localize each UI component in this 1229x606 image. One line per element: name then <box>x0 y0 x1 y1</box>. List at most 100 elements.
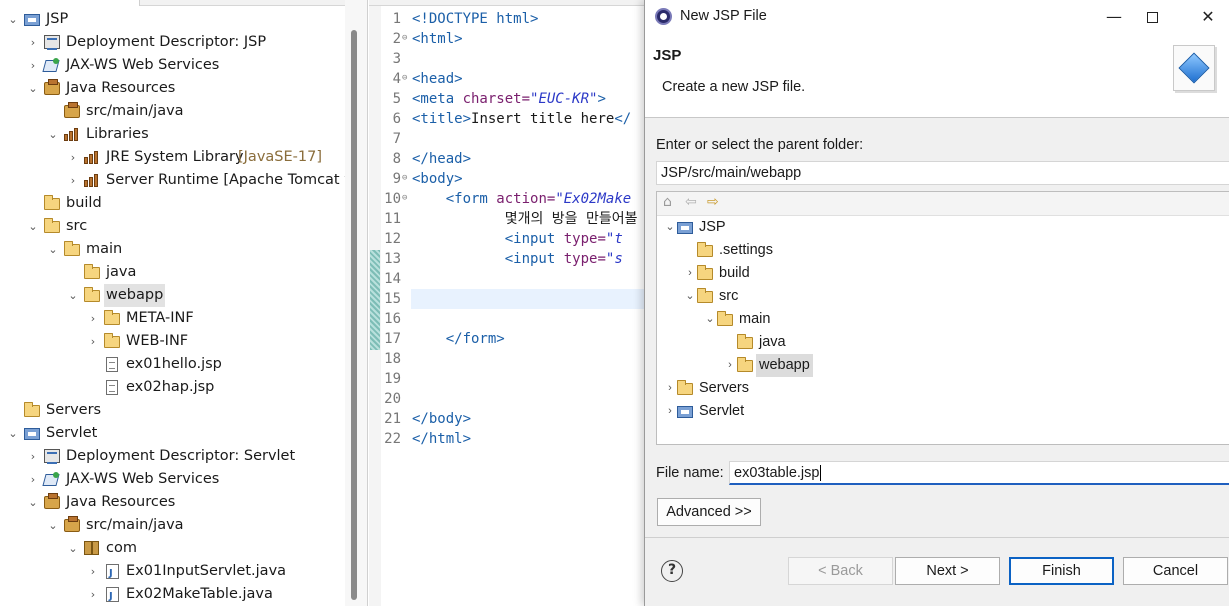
collapse-chevron-icon[interactable]: ⌄ <box>6 8 20 31</box>
collapse-chevron-icon[interactable]: ⌄ <box>663 216 677 239</box>
jsp-file-icon <box>104 380 121 395</box>
code-token: <body> <box>412 171 463 187</box>
back-button[interactable]: < Back <box>788 557 893 585</box>
collapse-chevron-icon[interactable]: ⌄ <box>26 215 40 238</box>
advanced-button[interactable]: Advanced >> <box>657 498 761 526</box>
expand-chevron-icon[interactable]: › <box>26 31 40 54</box>
folder-icon <box>104 310 121 326</box>
java-resources-icon <box>44 79 61 96</box>
expand-chevron-icon[interactable]: › <box>723 354 737 377</box>
code-token: </html> <box>412 431 472 447</box>
collapse-chevron-icon[interactable]: ⌄ <box>26 77 40 100</box>
current-line-highlight <box>411 289 649 309</box>
expand-chevron-icon[interactable]: › <box>26 54 40 77</box>
line-number: 13 <box>384 251 401 267</box>
expand-chevron-icon[interactable]: › <box>26 445 40 468</box>
collapse-chevron-icon[interactable]: ⌄ <box>66 284 80 307</box>
next-button[interactable]: Next > <box>895 557 1000 585</box>
tree-item-label: src <box>66 218 88 234</box>
java-resources-icon <box>44 493 61 510</box>
file-name-input[interactable]: ex03table.jsp <box>729 461 1229 485</box>
code-text: </body> <box>412 409 471 429</box>
tree-item-decoration: [JavaSE-17] <box>238 149 322 165</box>
folder-tree-toolbar: ⌂ ⇦ ⇨ <box>657 192 1229 216</box>
code-text: <html> <box>412 29 463 49</box>
fold-toggle-icon[interactable]: ⊖ <box>402 28 407 48</box>
close-button[interactable]: ✕ <box>1185 0 1229 33</box>
code-token: "EUC-KR" <box>530 91 598 107</box>
dialog-title: New JSP File <box>680 8 767 24</box>
collapse-chevron-icon[interactable]: ⌄ <box>683 285 697 308</box>
line-number: 15 <box>384 291 401 307</box>
tree-item-label: build <box>66 195 102 211</box>
new-jsp-file-dialog: New JSP File — ✕ JSP Create a new JSP fi… <box>644 0 1229 606</box>
expand-chevron-icon[interactable]: › <box>86 560 100 583</box>
cancel-button[interactable]: Cancel <box>1123 557 1228 585</box>
minimize-icon: — <box>1106 7 1122 26</box>
expand-chevron-icon[interactable]: › <box>86 330 100 353</box>
java-file-icon <box>104 585 121 606</box>
button-bar-separator <box>645 537 1229 538</box>
home-icon[interactable]: ⌂ <box>663 194 672 210</box>
project-icon <box>677 220 694 235</box>
quick-diff-change-marker <box>370 250 380 350</box>
line-number: 20 <box>384 391 401 407</box>
back-arrow-icon[interactable]: ⇦ <box>685 194 697 210</box>
folder-icon <box>697 288 714 304</box>
expand-chevron-icon[interactable]: › <box>683 262 697 285</box>
wizard-page-title: JSP <box>653 47 682 64</box>
expand-chevron-icon[interactable]: › <box>66 146 80 169</box>
maximize-button[interactable] <box>1129 0 1175 33</box>
code-text: <body> <box>412 169 463 189</box>
collapse-chevron-icon[interactable]: ⌄ <box>6 422 20 445</box>
code-text: <input type="t <box>412 229 623 249</box>
code-text: <!DOCTYPE html> <box>412 9 538 29</box>
code-editor[interactable]: 1 <!DOCTYPE html> 2 ⊖ <html> 3 4 ⊖ <head> 5 <meta … <box>369 0 649 606</box>
tree-item-label: ex01hello.jsp <box>126 356 222 372</box>
expand-chevron-icon[interactable]: › <box>663 377 677 400</box>
forward-arrow-icon[interactable]: ⇨ <box>707 194 719 210</box>
folder-icon <box>104 333 121 349</box>
code-token: 몇개의 방을 만들어볼 <box>412 211 638 227</box>
collapse-chevron-icon[interactable]: ⌄ <box>26 491 40 514</box>
collapse-chevron-icon[interactable]: ⌄ <box>66 537 80 560</box>
fold-toggle-icon[interactable]: ⊖ <box>402 68 407 88</box>
fold-toggle-icon[interactable]: ⊖ <box>402 168 407 188</box>
code-token: "Ex02Make <box>555 191 632 207</box>
tree-item-label: JRE System Library <box>106 149 244 165</box>
expand-chevron-icon[interactable]: › <box>26 468 40 491</box>
expand-chevron-icon[interactable]: › <box>66 169 80 192</box>
parent-folder-input[interactable]: JSP/src/main/webapp <box>656 161 1229 185</box>
line-number: 16 <box>384 311 401 327</box>
file-name-label: File name: <box>656 465 724 481</box>
fold-toggle-icon[interactable]: ⊖ <box>402 188 407 208</box>
tree-item-label: Ex02MakeTable.java <box>126 586 273 602</box>
collapse-chevron-icon[interactable]: ⌄ <box>703 308 717 331</box>
explorer-scrollbar-thumb[interactable] <box>351 30 357 600</box>
expand-chevron-icon[interactable]: › <box>86 307 100 330</box>
line-number: 18 <box>384 351 401 367</box>
dialog-title-bar[interactable]: New JSP File — ✕ <box>645 0 1229 33</box>
finish-button[interactable]: Finish <box>1009 557 1114 585</box>
tree-item-label: com <box>106 540 137 556</box>
parent-folder-tree[interactable]: ⌂ ⇦ ⇨ ⌄ JSP .settings › build ⌄ src ⌄ main java › w… <box>656 191 1229 445</box>
folder-tree-item-label: java <box>759 334 786 350</box>
code-token: <html> <box>412 31 463 47</box>
collapse-chevron-icon[interactable]: ⌄ <box>46 238 60 261</box>
collapse-chevron-icon[interactable]: ⌄ <box>46 123 60 146</box>
folder-tree-item-label: Servers <box>699 380 749 396</box>
expand-chevron-icon[interactable]: › <box>663 400 677 423</box>
tree-item-label: Server Runtime [Apache Tomcat v9.0] <box>106 172 368 188</box>
folder-tree-item-label: main <box>739 311 771 327</box>
help-icon[interactable]: ? <box>661 560 683 582</box>
folder-icon <box>44 195 61 211</box>
collapse-chevron-icon[interactable]: ⌄ <box>46 514 60 537</box>
tab-project-explorer[interactable] <box>0 0 140 6</box>
parent-folder-label: Enter or select the parent folder: <box>656 137 864 153</box>
folder-tree-item-label: Servlet <box>699 403 745 419</box>
expand-chevron-icon[interactable]: › <box>86 583 100 606</box>
folder-icon <box>44 218 61 234</box>
